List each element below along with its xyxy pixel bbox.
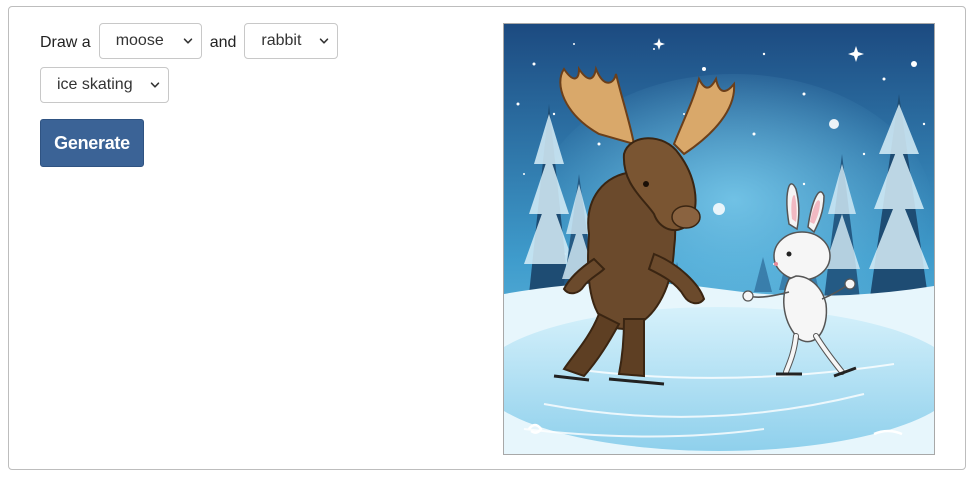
animal1-select[interactable]: moose: [98, 23, 202, 59]
prompt-row-1: Draw a moose and rabbit: [40, 23, 360, 59]
animal2-select[interactable]: rabbit: [244, 23, 339, 59]
draw-a-label: Draw a: [40, 34, 91, 51]
generated-image: [503, 23, 935, 455]
and-label: and: [209, 34, 237, 51]
animal1-select-value: moose: [115, 32, 164, 49]
generate-button[interactable]: Generate: [40, 119, 144, 167]
scene-illustration: [504, 24, 934, 454]
chevron-down-icon: [150, 82, 160, 88]
animal2-select-value: rabbit: [261, 32, 302, 49]
chevron-down-icon: [320, 38, 329, 44]
prompt-controls: Draw a moose and rabbit ice skating Gene…: [40, 23, 360, 167]
prompt-row-2: ice skating: [40, 67, 360, 103]
app-panel: Draw a moose and rabbit ice skating Gene…: [8, 6, 966, 470]
activity-select[interactable]: ice skating: [40, 67, 169, 103]
chevron-down-icon: [183, 38, 192, 44]
activity-select-value: ice skating: [57, 76, 133, 93]
